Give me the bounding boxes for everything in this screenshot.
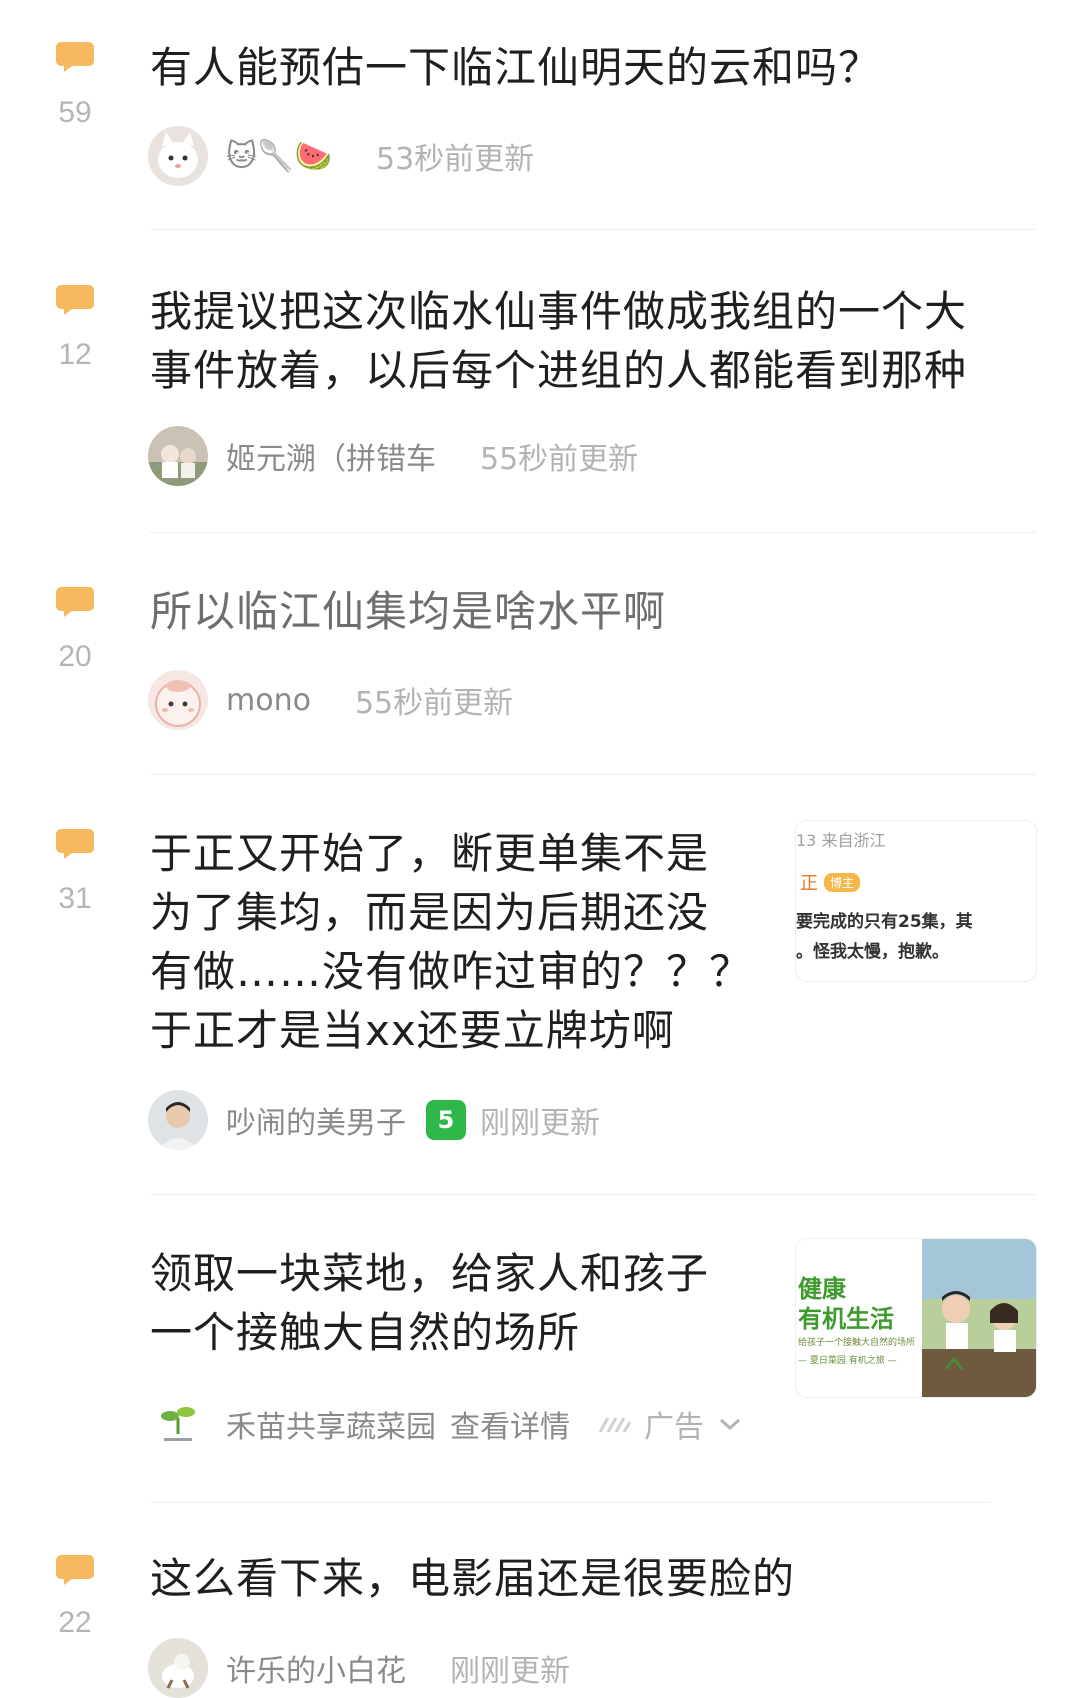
post-title[interactable]: 于正又开始了，断更单集不是 为了集均，而是因为后期还没 有做……没有做咋过审的？… xyxy=(150,824,752,1060)
thumb-line: 。怪我太慢，抱歉。 xyxy=(796,942,949,962)
ad-thumbnail[interactable]: 健康 有机生活 给孩子一个接触大自然的场所 — 夏日菜园 有机之旅 — xyxy=(795,1238,1037,1398)
post-thumbnail[interactable]: 13 来自浙江 正 博主 要完成的只有25集，其 。怪我太慢，抱歉。 xyxy=(795,820,1037,982)
thumb-line: 13 来自浙江 xyxy=(796,831,886,850)
ad-meta: 禾苗共享蔬菜园 查看详情 广告 xyxy=(148,1394,742,1454)
divider xyxy=(150,229,1035,230)
author-name[interactable]: mono xyxy=(226,683,311,718)
post-title[interactable]: 我提议把这次临水仙事件做成我组的一个大 事件放着，以后每个进组的人都能看到那种 xyxy=(150,282,967,400)
divider xyxy=(150,774,1035,775)
thumb-tag: 博主 xyxy=(824,872,861,892)
chevron-down-icon[interactable] xyxy=(718,1416,742,1432)
advertiser-name[interactable]: 禾苗共享蔬菜园 xyxy=(226,1402,436,1446)
post-title[interactable]: 所以临江仙集均是啥水平啊 xyxy=(150,582,666,641)
avatar[interactable] xyxy=(148,1090,208,1150)
post-meta: 许乐的小白花 刚刚更新 xyxy=(148,1638,570,1698)
post-meta: mono 55秒前更新 xyxy=(148,670,513,730)
reply-count: 22 xyxy=(58,1606,92,1639)
post-meta: 吵闹的美男子 5 刚刚更新 xyxy=(148,1090,600,1150)
update-time: 55秒前更新 xyxy=(354,686,514,721)
ad-thumb-line: 有机生活 xyxy=(798,1305,894,1333)
update-time: 刚刚更新 xyxy=(480,1106,600,1141)
divider xyxy=(150,1502,990,1503)
post-title[interactable]: 这么看下来，电影届还是很要脸的 xyxy=(150,1549,795,1608)
view-details-link[interactable]: 查看详情 xyxy=(450,1402,570,1446)
author-name[interactable]: 姬元溯（拼错车 xyxy=(226,434,436,478)
update-time: 55秒前更新 xyxy=(480,442,639,477)
avatar[interactable] xyxy=(148,670,208,730)
post-meta: 姬元溯（拼错车 55秒前更新 xyxy=(148,426,638,486)
divider xyxy=(150,532,1035,533)
avatar[interactable] xyxy=(148,1638,208,1698)
thumb-line: 正 xyxy=(800,873,818,894)
comment-bubble-icon xyxy=(56,829,94,859)
ad-thumb-line: 给孩子一个接触大自然的场所 xyxy=(798,1338,916,1348)
reply-count: 31 xyxy=(58,882,92,915)
divider xyxy=(150,1194,1035,1195)
avatar[interactable] xyxy=(148,126,208,186)
advertiser-logo[interactable] xyxy=(148,1394,208,1454)
author-name[interactable]: 许乐的小白花 xyxy=(226,1646,406,1690)
comment-bubble-icon xyxy=(56,42,94,72)
comment-bubble-icon xyxy=(56,285,94,315)
ad-thumb-line: — 夏日菜园 有机之旅 — xyxy=(798,1356,897,1366)
ad-title[interactable]: 领取一块菜地，给家人和孩子 一个接触大自然的场所 xyxy=(150,1244,709,1362)
author-emoji: 🐱🥄🍉 xyxy=(226,138,332,174)
level-badge: 5 xyxy=(426,1100,466,1140)
reply-count: 20 xyxy=(58,640,92,673)
avatar[interactable] xyxy=(148,426,208,486)
reply-count: 12 xyxy=(58,338,92,371)
thumb-line: 要完成的只有25集，其 xyxy=(796,912,973,932)
comment-bubble-icon xyxy=(56,1555,94,1585)
post-meta: 🐱🥄🍉 53秒前更新 xyxy=(148,126,534,186)
update-time: 刚刚更新 xyxy=(450,1654,570,1689)
update-time: 53秒前更新 xyxy=(375,142,535,177)
comment-bubble-icon xyxy=(56,587,94,617)
author-name[interactable]: 吵闹的美男子 xyxy=(226,1098,406,1142)
ad-logo-icon xyxy=(598,1417,632,1433)
post-title[interactable]: 有人能预估一下临江仙明天的云和吗？ xyxy=(150,38,881,97)
reply-count: 59 xyxy=(58,96,92,129)
ad-label: 广告 xyxy=(644,1410,704,1445)
